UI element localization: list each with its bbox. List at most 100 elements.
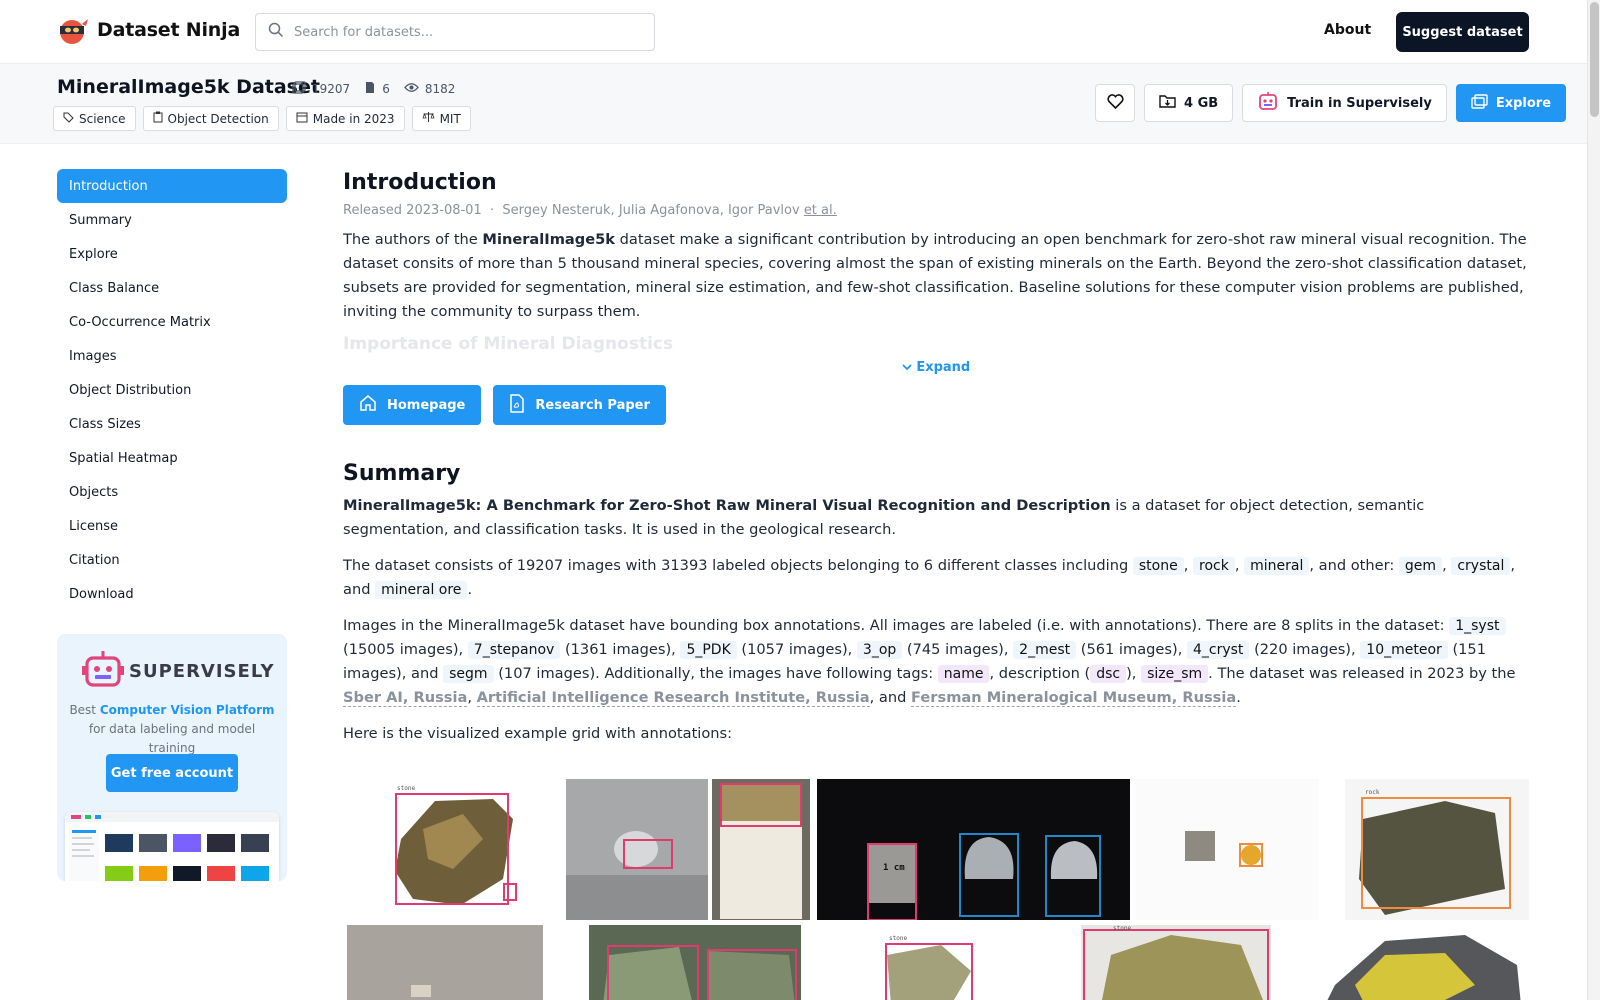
- nav-item-objects[interactable]: Objects: [57, 475, 287, 509]
- split-count: (745 images): [906, 641, 1004, 658]
- split-chip[interactable]: segm: [443, 665, 494, 683]
- org-link[interactable]: Artificial Intelligence Research Institu…: [476, 689, 870, 707]
- explore-button[interactable]: Explore: [1455, 84, 1567, 122]
- nav-item-spatial-heatmap[interactable]: Spatial Heatmap: [57, 441, 287, 475]
- homepage-button[interactable]: Homepage: [343, 385, 482, 425]
- split-count: (15005 images): [343, 641, 459, 658]
- example-image[interactable]: [566, 779, 708, 920]
- example-image[interactable]: stone: [831, 925, 1049, 1000]
- example-image[interactable]: [1295, 925, 1529, 1000]
- about-link[interactable]: About: [1324, 22, 1371, 38]
- page-scrollbar[interactable]: [1587, 0, 1600, 1000]
- split-chip[interactable]: 4_cryst: [1186, 641, 1250, 659]
- release-date: Released 2023-08-01: [343, 203, 482, 218]
- class-chip[interactable]: mineral: [1244, 557, 1310, 575]
- example-image[interactable]: stone: [343, 779, 563, 920]
- search-icon: [268, 22, 284, 42]
- split-chip[interactable]: 1_syst: [1449, 617, 1506, 635]
- example-image[interactable]: [589, 925, 801, 1000]
- tag-chip[interactable]: name: [937, 665, 990, 683]
- summary-paragraph-2: The dataset consists of 19207 images wit…: [343, 557, 1515, 599]
- bbox-label: stone: [889, 935, 908, 942]
- robot-icon: [1257, 91, 1279, 115]
- split-chip[interactable]: 2_mest: [1013, 641, 1077, 659]
- section-navigation: Introduction Summary Explore Class Balan…: [57, 169, 287, 611]
- tag-year[interactable]: Made in 2023: [285, 106, 405, 131]
- promo-text-post: for data labeling and model training: [88, 722, 256, 755]
- org-link[interactable]: Sber AI, Russia: [343, 689, 468, 707]
- search-box[interactable]: [255, 13, 655, 51]
- search-input[interactable]: [294, 24, 624, 40]
- nav-item-class-balance[interactable]: Class Balance: [57, 271, 287, 305]
- dataset-size: 4 GB: [1184, 95, 1219, 111]
- bbox-label: rock: [1365, 789, 1380, 796]
- nav-item-explore[interactable]: Explore: [57, 237, 287, 271]
- images-icon: [292, 81, 306, 97]
- split-chip[interactable]: 7_stepanov: [467, 641, 561, 659]
- bbox: [867, 843, 917, 920]
- classes-icon: [364, 81, 376, 97]
- split-chip[interactable]: 10_meteor: [1360, 641, 1448, 659]
- tag-chip[interactable]: size_sm: [1141, 665, 1209, 683]
- org-link[interactable]: Fersman Mineralogical Museum, Russia: [911, 689, 1237, 707]
- research-paper-label: Research Paper: [535, 397, 650, 413]
- scrollbar-thumb[interactable]: [1590, 2, 1599, 117]
- nav-item-introduction[interactable]: Introduction: [57, 169, 287, 203]
- classes-mid-text: , and other:: [1309, 557, 1395, 574]
- class-chip[interactable]: mineral ore: [375, 581, 468, 599]
- tag-label: Made in 2023: [312, 111, 395, 126]
- tag-object-detection[interactable]: Object Detection: [142, 106, 279, 131]
- platform-link[interactable]: Computer Vision Platform: [100, 703, 275, 717]
- train-label: Train in Supervisely: [1287, 95, 1432, 111]
- example-image[interactable]: [1135, 779, 1319, 920]
- class-chip[interactable]: crystal: [1451, 557, 1511, 575]
- nav-item-class-sizes[interactable]: Class Sizes: [57, 407, 287, 441]
- expand-toggle[interactable]: Expand: [343, 360, 1529, 375]
- nav-item-license[interactable]: License: [57, 509, 287, 543]
- homepage-label: Homepage: [387, 397, 466, 413]
- supervisely-wordmark: SUPERVISELY: [129, 660, 275, 682]
- dataset-full-title: MineralImage5k: A Benchmark for Zero-Sho…: [343, 497, 1111, 514]
- pdf-file-icon: [509, 393, 525, 417]
- example-image[interactable]: [712, 779, 810, 920]
- train-in-supervisely-button[interactable]: Train in Supervisely: [1242, 84, 1447, 122]
- tag-license[interactable]: MIT: [411, 106, 471, 131]
- tag-chip[interactable]: dsc: [1090, 665, 1127, 683]
- et-al-link[interactable]: et al.: [804, 203, 837, 218]
- tag-science[interactable]: Science: [53, 106, 136, 131]
- split-chip[interactable]: 5_PDK: [680, 641, 737, 659]
- nav-item-images[interactable]: Images: [57, 339, 287, 373]
- research-paper-button[interactable]: Research Paper: [493, 385, 666, 425]
- images-count: 19207: [312, 82, 351, 96]
- bbox: [1361, 797, 1511, 909]
- annotation-example-grid: stone 1 cm rock stone stone: [343, 779, 1529, 1000]
- example-image[interactable]: 1 cm: [817, 779, 1130, 920]
- classes-count-stat: 6: [364, 81, 390, 97]
- class-chip[interactable]: gem: [1398, 557, 1443, 575]
- nav-item-citation[interactable]: Citation: [57, 543, 287, 577]
- bbox: [1083, 929, 1269, 1000]
- nav-item-object-distribution[interactable]: Object Distribution: [57, 373, 287, 407]
- classes-intro-text: The dataset consists of 19207 images wit…: [343, 557, 1129, 574]
- example-image[interactable]: stone: [1081, 925, 1271, 1000]
- example-image[interactable]: [347, 925, 543, 1000]
- bbox: [959, 833, 1019, 917]
- example-image[interactable]: rock: [1345, 779, 1529, 920]
- get-free-account-button[interactable]: Get free account: [106, 754, 238, 792]
- brand-logo-link[interactable]: Dataset Ninja: [57, 15, 240, 45]
- split-chip[interactable]: 3_op: [856, 641, 903, 659]
- chevron-down-icon: [902, 360, 912, 375]
- nav-item-summary[interactable]: Summary: [57, 203, 287, 237]
- nav-item-co-occurrence-matrix[interactable]: Co-Occurrence Matrix: [57, 305, 287, 339]
- classes-count: 6: [382, 82, 390, 96]
- bbox: [1045, 835, 1101, 917]
- nav-item-download[interactable]: Download: [57, 577, 287, 611]
- clipboard-icon: [153, 111, 163, 126]
- class-chip[interactable]: rock: [1193, 557, 1235, 575]
- favorite-button[interactable]: [1095, 84, 1135, 122]
- promo-description: Best Computer Vision Platform for data l…: [67, 701, 277, 758]
- dataset-stats: 19207 6 8182: [292, 81, 455, 97]
- class-chip[interactable]: stone: [1132, 557, 1184, 575]
- download-size-button[interactable]: 4 GB: [1144, 84, 1234, 122]
- suggest-dataset-button[interactable]: Suggest dataset: [1396, 12, 1529, 52]
